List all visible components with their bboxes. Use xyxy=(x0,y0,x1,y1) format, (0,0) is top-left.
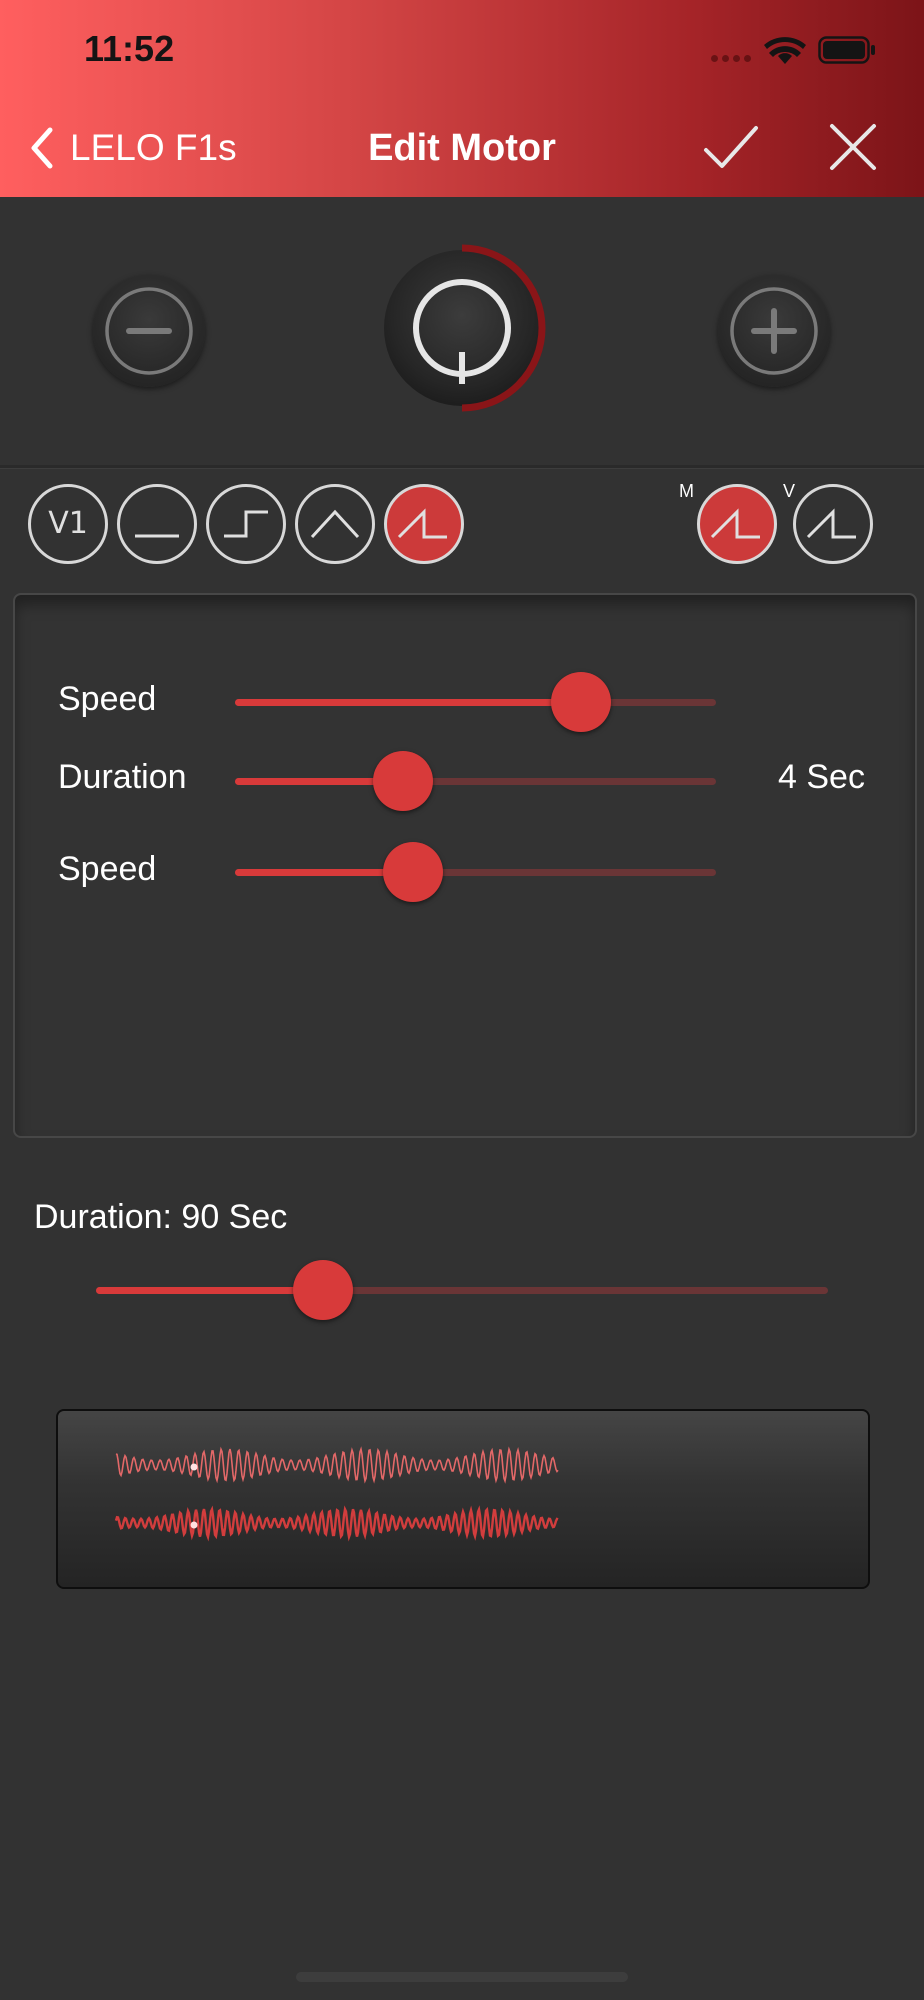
cellular-signal-icon xyxy=(711,55,753,63)
motor-v-tag: V xyxy=(783,481,796,501)
motor-m-tag: M xyxy=(679,481,694,501)
speed-slider-track[interactable] xyxy=(235,842,716,902)
total-duration-slider-track[interactable] xyxy=(96,1260,828,1320)
header-bar: 11:52 LELO F1s Edit Motor xyxy=(0,0,924,197)
sawtooth-wave-icon xyxy=(397,508,447,539)
home-indicator xyxy=(296,1972,628,1982)
pattern-sawtooth-button[interactable] xyxy=(384,484,464,564)
total-duration-label: Duration: 90 Sec xyxy=(34,1198,288,1236)
sawtooth-wave-icon xyxy=(710,508,760,539)
speed-slider-thumb[interactable] xyxy=(551,672,612,732)
battery-icon xyxy=(818,36,875,64)
speed-slider-track[interactable] xyxy=(235,672,716,732)
playhead-marker xyxy=(190,1463,198,1471)
waveform-line xyxy=(114,1505,559,1542)
duration-label: Duration xyxy=(58,758,187,796)
waveform-preview xyxy=(56,1409,870,1589)
duration-value: 4 Sec xyxy=(778,758,865,796)
decrease-intensity-button[interactable] xyxy=(93,275,205,387)
wifi-icon xyxy=(764,37,806,64)
speed-slider-thumb[interactable] xyxy=(382,842,443,902)
triangle-wave-icon xyxy=(310,509,360,539)
sawtooth-wave-icon xyxy=(806,508,856,539)
waveform-line xyxy=(115,1446,559,1484)
status-time: 11:52 xyxy=(84,28,175,69)
speed-label: Speed xyxy=(58,850,157,888)
minus-icon xyxy=(105,287,193,375)
duration-slider-track[interactable] xyxy=(235,751,716,811)
motor-m-button[interactable] xyxy=(697,484,777,564)
checkmark-icon[interactable] xyxy=(702,120,760,176)
pattern-v1-button[interactable]: V1 xyxy=(28,484,108,564)
page-title: Edit Motor xyxy=(368,127,556,169)
motor-v-button[interactable] xyxy=(793,484,873,564)
pattern-v1-label: V1 xyxy=(48,506,88,541)
step-wave-icon xyxy=(224,510,268,538)
constant-wave-icon xyxy=(135,534,179,538)
close-icon[interactable] xyxy=(826,120,880,174)
pattern-triangle-button[interactable] xyxy=(295,484,375,564)
power-button[interactable] xyxy=(380,240,550,412)
plus-icon xyxy=(730,287,818,375)
playhead-marker xyxy=(190,1521,198,1529)
speed-slider-fill xyxy=(235,699,582,706)
total-duration-slider-thumb[interactable] xyxy=(292,1260,353,1320)
increase-intensity-button[interactable] xyxy=(718,275,830,387)
section-divider xyxy=(0,465,924,469)
total-duration-slider-fill xyxy=(96,1287,323,1294)
power-icon xyxy=(384,244,546,412)
pattern-constant-button[interactable] xyxy=(117,484,197,564)
waveform-graph xyxy=(114,1446,559,1542)
duration-slider-thumb[interactable] xyxy=(373,751,434,811)
pattern-step-button[interactable] xyxy=(206,484,286,564)
speed-label: Speed xyxy=(58,680,157,718)
